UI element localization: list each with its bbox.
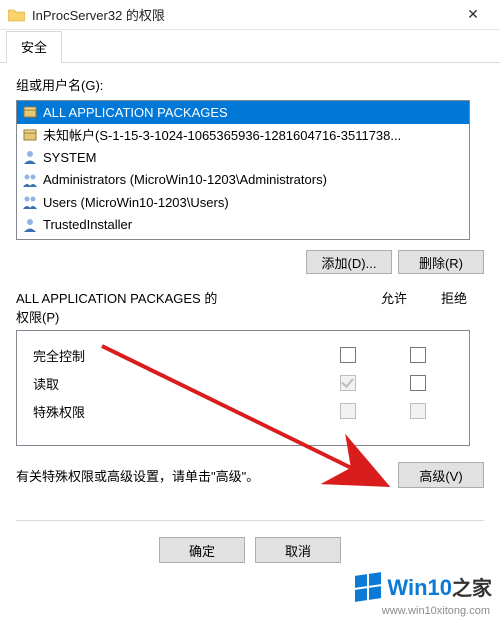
list-item-label: Users (MicroWin10-1203\Users) <box>43 195 229 210</box>
permission-name: 读取 <box>33 374 313 393</box>
permission-name: 完全控制 <box>33 346 313 365</box>
pkg-icon <box>22 104 38 120</box>
advanced-button[interactable]: 高级(V) <box>398 462 484 488</box>
watermark-logo: Win10 之家 <box>355 572 492 601</box>
add-button[interactable]: 添加(D)... <box>306 250 392 274</box>
close-button[interactable]: ✕ <box>450 0 496 30</box>
pkg-icon <box>22 127 38 143</box>
deny-checkbox[interactable] <box>410 375 426 391</box>
list-item[interactable]: ALL APPLICATION PACKAGES <box>17 101 469 124</box>
permission-row: 读取 <box>33 369 453 397</box>
groups-listbox[interactable]: ALL APPLICATION PACKAGES 未知帐户(S-1-15-3-10… <box>16 100 470 240</box>
deny-checkbox[interactable] <box>410 347 426 363</box>
list-item-label: ALL APPLICATION PACKAGES <box>43 105 228 120</box>
permissions-label: ALL APPLICATION PACKAGES 的 权限(P) <box>16 288 364 326</box>
permission-row: 特殊权限 <box>33 397 453 425</box>
watermark-url: www.win10xitong.com <box>382 605 490 617</box>
titlebar: InProcServer32 的权限 ✕ <box>0 0 500 30</box>
permission-name: 特殊权限 <box>33 402 313 421</box>
list-item[interactable]: Administrators (MicroWin10-1203\Administ… <box>17 169 469 192</box>
group-icon <box>22 194 38 210</box>
permissions-box: 完全控制读取特殊权限 <box>16 330 470 446</box>
ok-button[interactable]: 确定 <box>159 537 245 563</box>
tab-security[interactable]: 安全 <box>6 31 62 63</box>
advanced-hint: 有关特殊权限或高级设置，请单击"高级"。 <box>16 466 398 485</box>
allow-checkbox[interactable] <box>340 347 356 363</box>
list-item-label: TrustedInstaller <box>43 217 132 232</box>
deny-column-header: 拒绝 <box>424 288 484 326</box>
allow-column-header: 允许 <box>364 288 424 326</box>
remove-button[interactable]: 删除(R) <box>398 250 484 274</box>
tab-row: 安全 <box>0 30 500 63</box>
user-icon <box>22 149 38 165</box>
allow-checkbox <box>340 375 356 391</box>
window-title: InProcServer32 的权限 <box>32 5 450 24</box>
list-item[interactable]: SYSTEM <box>17 146 469 169</box>
cancel-button[interactable]: 取消 <box>255 537 341 563</box>
list-item[interactable]: 未知帐户(S-1-15-3-1024-1065365936-1281604716… <box>17 124 469 147</box>
group-icon <box>22 172 38 188</box>
deny-checkbox <box>410 403 426 419</box>
list-item-label: 未知帐户(S-1-15-3-1024-1065365936-1281604716… <box>43 125 401 144</box>
groups-label: 组或用户名(G): <box>16 75 484 94</box>
permission-row: 完全控制 <box>33 341 453 369</box>
user-icon <box>22 217 38 233</box>
list-item[interactable]: TrustedInstaller <box>17 214 469 237</box>
list-item[interactable]: Users (MicroWin10-1203\Users) <box>17 191 469 214</box>
allow-checkbox <box>340 403 356 419</box>
list-item-label: SYSTEM <box>43 150 96 165</box>
list-item-label: Administrators (MicroWin10-1203\Administ… <box>43 172 327 187</box>
folder-icon <box>8 8 25 22</box>
